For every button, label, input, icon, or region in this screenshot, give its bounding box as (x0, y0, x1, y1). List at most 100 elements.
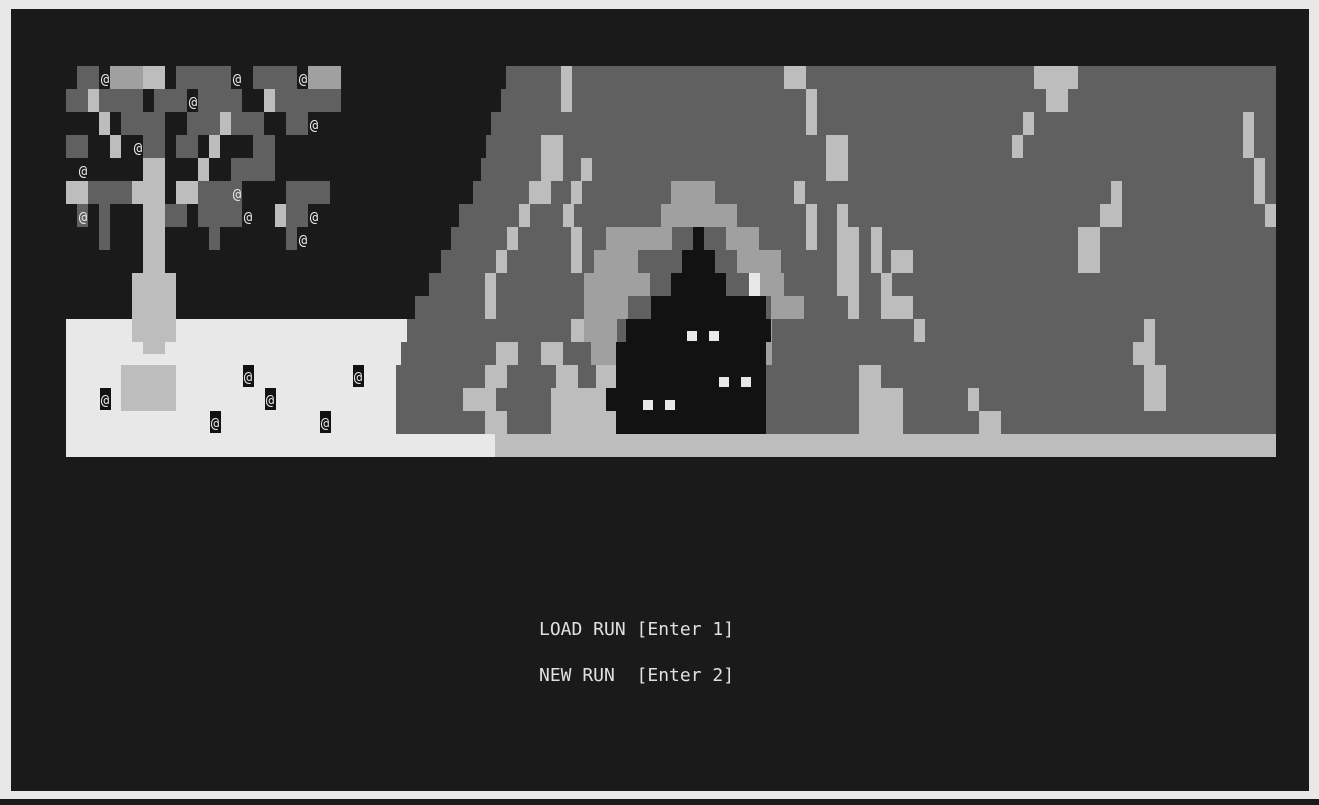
cave-ridge (606, 227, 672, 250)
cave-opening (606, 388, 766, 411)
cave-opening (616, 342, 766, 365)
rock-highlight (1111, 181, 1122, 204)
cave-ridge (737, 250, 781, 273)
tree-leaves (198, 204, 242, 227)
tree-leaves (286, 112, 308, 135)
rock-highlight (881, 388, 903, 434)
tree-leaves (99, 112, 110, 135)
mountain-rock (415, 296, 1276, 319)
rock-highlight (871, 227, 882, 273)
rock-highlight (561, 66, 572, 112)
rock-highlight (806, 204, 817, 250)
cave-ridge (584, 319, 617, 342)
mountain-layer (396, 66, 1276, 434)
tree-leaves (99, 227, 110, 250)
mountain-rock (501, 89, 1276, 112)
tree-leaves (264, 89, 275, 112)
tree-fruit-glyph: @ (134, 141, 143, 157)
rock-highlight (556, 365, 578, 388)
cave-eye (665, 400, 675, 410)
cave-ridge (594, 250, 638, 273)
mountain-rock (396, 411, 1276, 434)
tree-leaves (176, 135, 198, 158)
rock-highlight (794, 181, 805, 204)
tree-trunk (121, 365, 176, 388)
rock-highlight (529, 181, 551, 204)
load-run-option[interactable]: LOAD RUN [Enter 1] (539, 619, 734, 641)
tree-leaves (154, 89, 187, 112)
tree-leaves (176, 66, 231, 89)
cave-ridge (584, 296, 628, 319)
rock-highlight (1133, 342, 1155, 365)
tree-leaves (231, 112, 264, 135)
tree-fruit-glyph: @ (310, 118, 319, 134)
tree-leaves (176, 181, 198, 204)
tree-fruit-glyph: @ (233, 72, 242, 88)
rock-highlight (837, 204, 848, 296)
mountain-rock (491, 112, 1276, 135)
rock-highlight (507, 227, 518, 250)
cave-ridge (661, 204, 716, 227)
creature-glyph: @ (354, 370, 363, 386)
tree-leaves (165, 204, 187, 227)
cave-eye (709, 331, 719, 341)
rock-highlight (541, 342, 563, 365)
cave-opening (682, 250, 715, 273)
tree-leaves (209, 227, 220, 250)
tree-leaves (121, 112, 165, 135)
rock-highlight (1078, 227, 1100, 273)
tree-leaves (66, 135, 88, 158)
cave-ridge (584, 273, 650, 296)
rock-highlight (1254, 158, 1265, 204)
tree-leaves (187, 112, 220, 135)
rock-highlight (1012, 135, 1023, 158)
creature-glyph: @ (101, 393, 110, 409)
tree-leaves (253, 66, 297, 89)
mountain-rock (459, 204, 1276, 227)
tree-leaves (198, 158, 209, 181)
cave-ridge-glint (749, 273, 760, 296)
tree-leaves (275, 89, 341, 112)
rock-highlight (1144, 365, 1166, 411)
tree-fruit-glyph: @ (233, 187, 242, 203)
tree-leaves (99, 89, 143, 112)
tree-fruit-glyph: @ (299, 233, 308, 249)
tree-leaves (198, 89, 242, 112)
rock-highlight (1100, 204, 1122, 227)
creature-glyph: @ (266, 393, 275, 409)
cave-opening (626, 319, 771, 342)
tree-leaves (253, 135, 275, 158)
tree-leaves (110, 135, 121, 158)
rock-highlight (485, 411, 507, 434)
rock-highlight (551, 388, 584, 434)
rock-highlight (485, 273, 496, 319)
tree-leaves (77, 66, 99, 89)
rock-highlight (914, 319, 925, 342)
cave-eye (741, 377, 751, 387)
tree-leaves (308, 66, 341, 89)
cave-ridge (671, 181, 715, 204)
tree-leaves (88, 89, 99, 112)
rock-highlight (891, 250, 913, 273)
rock-highlight (496, 250, 507, 273)
rock-highlight (891, 296, 913, 319)
mountain-rock (506, 66, 1276, 89)
cave-ridge (726, 227, 759, 250)
tree-fruit-glyph: @ (101, 72, 110, 88)
rock-highlight (571, 181, 582, 204)
cave-opening (671, 273, 726, 296)
tree-fruit-glyph: @ (244, 210, 253, 226)
rock-highlight (848, 227, 859, 319)
rock-highlight (496, 342, 518, 365)
rock-highlight (1144, 319, 1155, 342)
tree-leaves (143, 66, 165, 89)
tree-leaves (66, 181, 88, 204)
tree-fruit-glyph: @ (310, 210, 319, 226)
new-run-option[interactable]: NEW RUN [Enter 2] (539, 665, 734, 687)
rock-highlight (463, 388, 496, 411)
cave-eye (687, 331, 697, 341)
rock-highlight (1265, 204, 1276, 227)
rock-highlight (581, 158, 592, 181)
rock-highlight (881, 273, 892, 319)
tree-fruit-glyph: @ (79, 164, 88, 180)
